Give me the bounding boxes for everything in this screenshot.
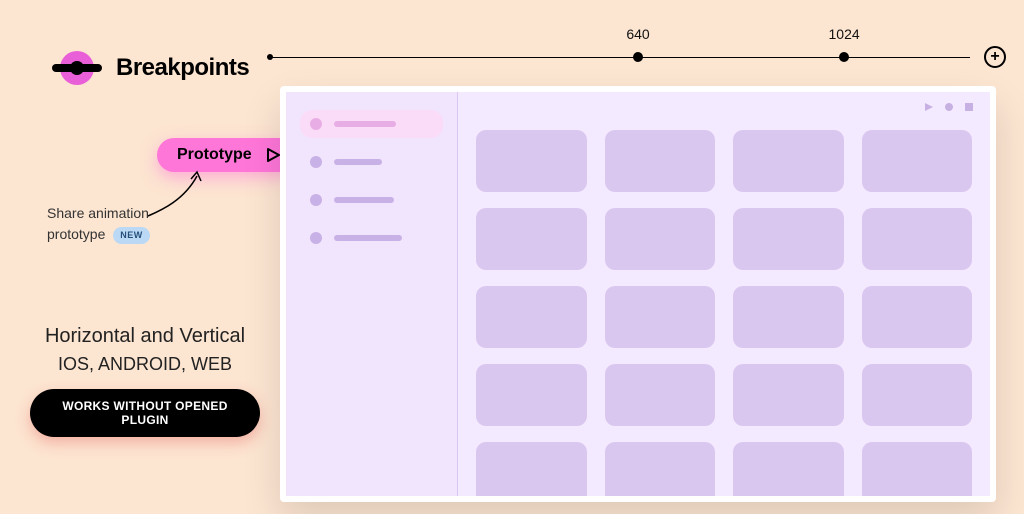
list-item-dot-icon bbox=[310, 118, 322, 130]
list-item-placeholder bbox=[334, 235, 402, 241]
grid-tile[interactable] bbox=[862, 208, 973, 270]
preview-frame bbox=[280, 86, 996, 502]
breakpoint-tick[interactable]: 1024 bbox=[839, 52, 849, 62]
logo-icon bbox=[52, 43, 102, 93]
plus-icon: + bbox=[990, 49, 999, 65]
share-annotation-line2: prototype bbox=[47, 226, 105, 242]
grid-tile[interactable] bbox=[605, 130, 716, 192]
list-item-dot-icon bbox=[310, 232, 322, 244]
prototype-button[interactable]: Prototype bbox=[157, 138, 298, 172]
promo-pill: WORKS WITHOUT OPENED PLUGIN bbox=[30, 389, 260, 437]
preview-main bbox=[458, 92, 990, 496]
square-icon bbox=[964, 102, 974, 112]
breakpoint-dot-icon bbox=[633, 52, 643, 62]
list-item[interactable] bbox=[300, 224, 443, 252]
grid-tile[interactable] bbox=[476, 442, 587, 502]
preview-sidebar bbox=[286, 92, 458, 496]
list-item[interactable] bbox=[300, 110, 443, 138]
share-annotation-line1: Share animation bbox=[47, 203, 150, 224]
grid-tile[interactable] bbox=[605, 286, 716, 348]
list-item-placeholder bbox=[334, 197, 394, 203]
list-item-dot-icon bbox=[310, 156, 322, 168]
annotation-arrow-icon bbox=[142, 166, 212, 222]
grid-tile[interactable] bbox=[733, 286, 844, 348]
grid-tile[interactable] bbox=[476, 364, 587, 426]
promo-line2: IOS, ANDROID, WEB bbox=[30, 354, 260, 375]
list-item-placeholder bbox=[334, 159, 382, 165]
list-item[interactable] bbox=[300, 148, 443, 176]
preview-grid bbox=[476, 130, 972, 502]
promo-block: Horizontal and Vertical IOS, ANDROID, WE… bbox=[30, 325, 260, 437]
list-item[interactable] bbox=[300, 186, 443, 214]
circle-icon bbox=[944, 102, 954, 112]
breakpoint-ruler[interactable]: 640 1024 + bbox=[270, 42, 1006, 72]
app-logo: Breakpoints bbox=[52, 43, 249, 93]
grid-tile[interactable] bbox=[862, 442, 973, 502]
play-icon bbox=[266, 148, 280, 162]
grid-tile[interactable] bbox=[605, 364, 716, 426]
list-item-placeholder bbox=[334, 121, 396, 127]
ruler-line bbox=[270, 57, 970, 58]
preview-window-controls bbox=[924, 102, 974, 112]
grid-tile[interactable] bbox=[733, 208, 844, 270]
grid-tile[interactable] bbox=[605, 208, 716, 270]
grid-tile[interactable] bbox=[862, 286, 973, 348]
grid-tile[interactable] bbox=[733, 364, 844, 426]
grid-tile[interactable] bbox=[476, 286, 587, 348]
app-title: Breakpoints bbox=[116, 54, 249, 82]
new-badge: NEW bbox=[113, 227, 150, 245]
grid-tile[interactable] bbox=[862, 364, 973, 426]
grid-tile[interactable] bbox=[605, 442, 716, 502]
grid-tile[interactable] bbox=[733, 442, 844, 502]
breakpoint-label: 640 bbox=[626, 26, 649, 42]
breakpoint-tick[interactable]: 640 bbox=[633, 52, 643, 62]
prototype-label: Prototype bbox=[177, 146, 252, 164]
grid-tile[interactable] bbox=[733, 130, 844, 192]
promo-line1: Horizontal and Vertical bbox=[30, 325, 260, 348]
grid-tile[interactable] bbox=[476, 208, 587, 270]
add-breakpoint-button[interactable]: + bbox=[984, 46, 1006, 68]
breakpoint-label: 1024 bbox=[829, 26, 860, 42]
share-annotation: Share animation prototype NEW bbox=[47, 203, 150, 245]
list-item-dot-icon bbox=[310, 194, 322, 206]
play-icon bbox=[924, 102, 934, 112]
grid-tile[interactable] bbox=[862, 130, 973, 192]
breakpoint-dot-icon bbox=[839, 52, 849, 62]
ruler-start-dot bbox=[267, 54, 273, 60]
grid-tile[interactable] bbox=[476, 130, 587, 192]
